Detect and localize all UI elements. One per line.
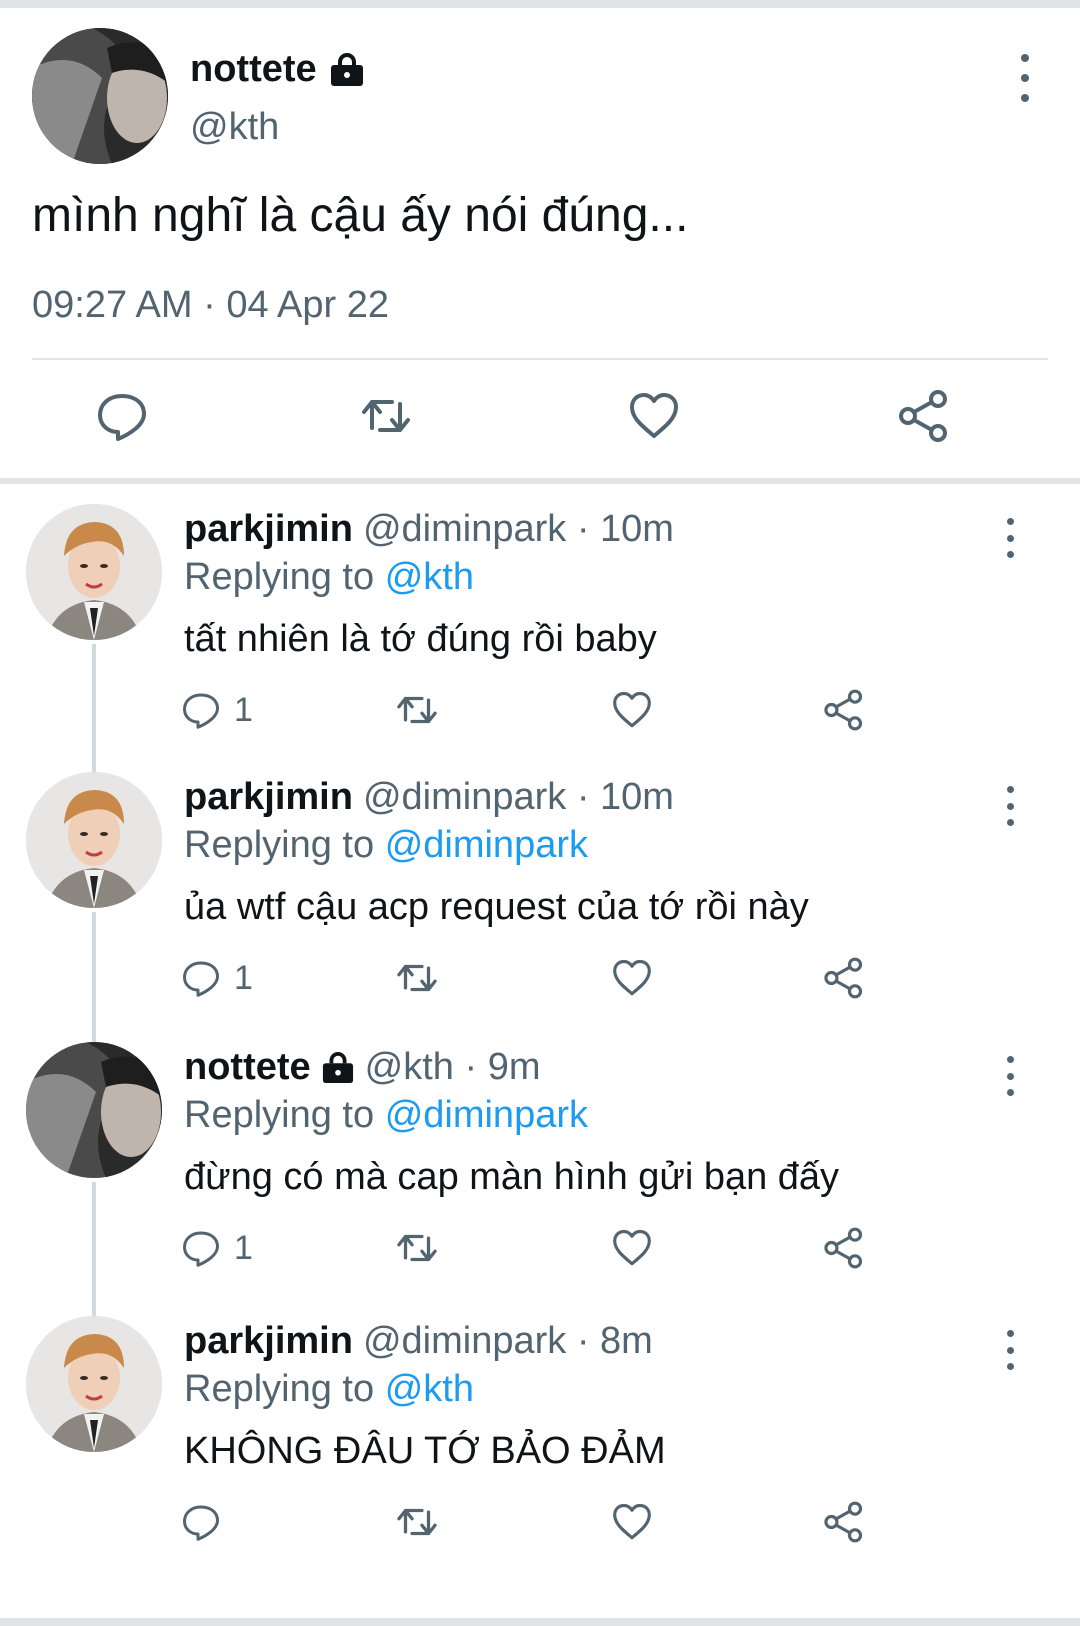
reply-count: 1 [234, 958, 253, 997]
mention-link[interactable]: @diminpark [385, 1094, 588, 1136]
replying-to: Replying to @diminpark [184, 824, 588, 866]
mention-link[interactable]: @kth [385, 1368, 474, 1410]
avatar[interactable] [32, 28, 168, 164]
share-button[interactable] [822, 1226, 866, 1270]
retweet-icon [397, 696, 437, 724]
retweet-button[interactable] [394, 956, 440, 1000]
share-icon [824, 689, 863, 731]
display-name[interactable]: nottete [190, 48, 365, 91]
retweet-icon [397, 1508, 437, 1536]
retweet-button[interactable] [394, 688, 440, 732]
like-button[interactable] [610, 688, 654, 732]
like-button[interactable] [610, 1226, 654, 1270]
reply-icon [183, 1231, 219, 1267]
timestamp[interactable]: 09:27 AM · 04 Apr 22 [32, 284, 389, 327]
handle-time[interactable]: @diminpark · 8m [363, 1320, 653, 1363]
retweet-icon [397, 1234, 437, 1262]
reply-tweet[interactable]: nottete @kth · 9m Replying to @diminpark… [0, 1042, 1080, 1322]
tweet-actions: 1 [0, 1226, 1080, 1276]
display-name[interactable]: parkjimin [184, 776, 353, 819]
tweet-actions: 1 [0, 688, 1080, 738]
tweet-actions [0, 388, 1080, 458]
share-button[interactable] [822, 956, 866, 1000]
replying-to: Replying to @kth [184, 1368, 474, 1410]
share-icon [824, 957, 863, 999]
section-divider [0, 478, 1080, 484]
reply-header: parkjimin @diminpark · 10m [184, 508, 674, 551]
like-icon [613, 1503, 651, 1540]
reply-tweet[interactable]: parkjimin @diminpark · 10m Replying to @… [0, 504, 1080, 784]
reply-icon [183, 961, 219, 997]
mention-link[interactable]: @kth [385, 556, 474, 598]
like-icon[interactable] [626, 388, 682, 444]
handle-time[interactable]: @diminpark · 10m [363, 508, 674, 551]
reply-tweet[interactable]: parkjimin @diminpark · 10m Replying to @… [0, 772, 1080, 1052]
more-options-icon[interactable] [998, 1330, 1022, 1370]
tweet-text: tất nhiên là tớ đúng rồi baby [184, 618, 657, 660]
reply-header: parkjimin @diminpark · 10m [184, 776, 674, 819]
tweet-text: KHÔNG ĐÂU TỚ BẢO ĐẢM [184, 1430, 666, 1472]
bottom-divider [0, 1618, 1080, 1626]
avatar[interactable] [26, 1042, 162, 1178]
like-button[interactable] [610, 1500, 654, 1544]
like-icon [613, 1229, 651, 1266]
retweet-icon [397, 964, 437, 992]
share-button[interactable] [822, 1500, 866, 1544]
more-options-icon[interactable] [998, 518, 1022, 558]
reply-header: parkjimin @diminpark · 8m [184, 1320, 653, 1363]
share-icon[interactable] [896, 388, 952, 444]
like-icon [613, 959, 651, 996]
tweet-text: mình nghĩ là cậu ấy nói đúng... [32, 189, 689, 242]
avatar[interactable] [26, 772, 162, 908]
tweet-actions [0, 1500, 1080, 1550]
avatar[interactable] [26, 1316, 162, 1452]
retweet-button[interactable] [394, 1226, 440, 1270]
like-button[interactable] [610, 956, 654, 1000]
display-name[interactable]: parkjimin [184, 508, 353, 551]
retweet-icon[interactable] [358, 388, 414, 444]
retweet-button[interactable] [394, 1500, 440, 1544]
tweet-text: ủa wtf cậu acp request của tớ rồi này [184, 886, 809, 928]
tweet-text: đừng có mà cap màn hình gửi bạn đấy [184, 1156, 840, 1198]
like-icon [613, 691, 651, 728]
display-name[interactable]: nottete [184, 1046, 311, 1089]
reply-button[interactable]: 1 [180, 956, 253, 1000]
handle[interactable]: @kth [190, 106, 279, 149]
divider [32, 358, 1048, 360]
tweet-actions: 1 [0, 956, 1080, 1006]
reply-count: 1 [234, 690, 253, 729]
reply-button[interactable]: 1 [180, 688, 253, 732]
lock-icon [330, 52, 363, 86]
share-button[interactable] [822, 688, 866, 732]
handle-time[interactable]: @kth · 9m [365, 1046, 541, 1089]
display-name-text: nottete [190, 48, 317, 90]
share-icon [824, 1501, 863, 1543]
reply-icon [183, 693, 219, 729]
reply-icon[interactable] [94, 388, 150, 444]
share-icon [824, 1227, 863, 1269]
reply-button[interactable] [180, 1500, 234, 1544]
more-options-icon[interactable] [998, 786, 1022, 826]
reply-count: 1 [234, 1228, 253, 1267]
more-options-icon[interactable] [998, 1056, 1022, 1096]
replying-to: Replying to @diminpark [184, 1094, 588, 1136]
more-options-icon[interactable] [1010, 54, 1040, 102]
reply-tweet[interactable]: parkjimin @diminpark · 8m Replying to @k… [0, 1316, 1080, 1586]
display-name[interactable]: parkjimin [184, 1320, 353, 1363]
reply-button[interactable]: 1 [180, 1226, 253, 1270]
top-divider [0, 0, 1080, 8]
reply-icon [183, 1505, 219, 1541]
lock-icon [322, 1051, 353, 1083]
reply-header: nottete @kth · 9m [184, 1046, 540, 1089]
replying-to: Replying to @kth [184, 556, 474, 598]
mention-link[interactable]: @diminpark [385, 824, 588, 866]
handle-time[interactable]: @diminpark · 10m [363, 776, 674, 819]
avatar[interactable] [26, 504, 162, 640]
